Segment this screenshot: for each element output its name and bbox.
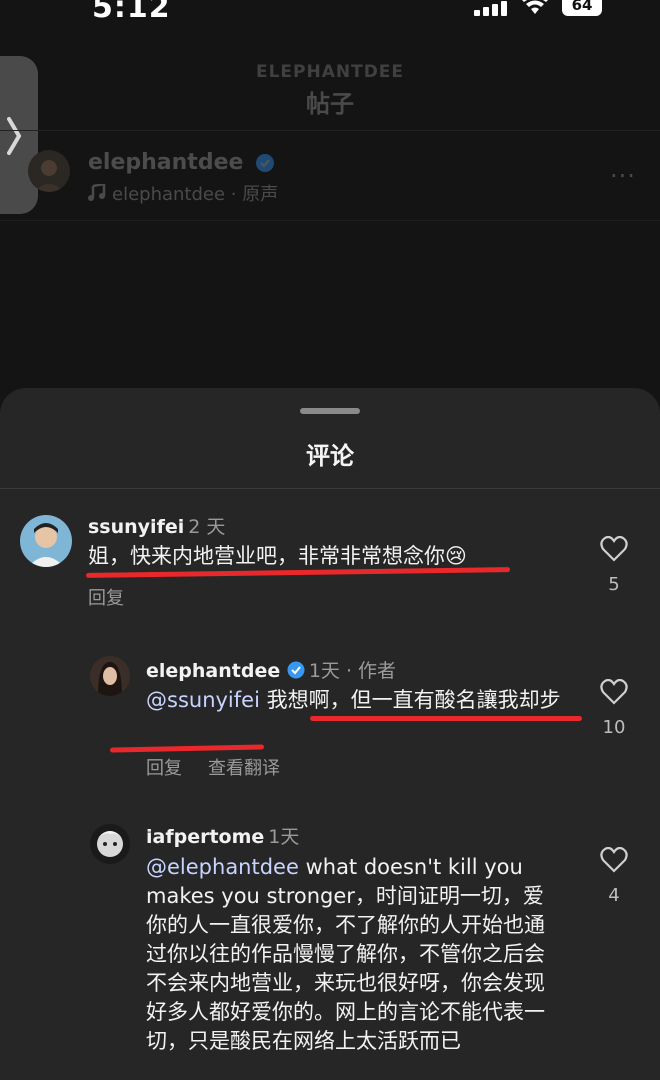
highlight-underline <box>310 716 582 721</box>
mention-link[interactable]: @elephantdee <box>146 855 299 879</box>
post-audio-info[interactable]: elephantdee · 原声 <box>88 180 278 206</box>
post-author-username[interactable]: elephantdee <box>88 150 275 175</box>
comment-username[interactable]: iafpertome 1天 <box>146 822 299 849</box>
status-time: 5:12 <box>92 0 171 25</box>
verified-badge-icon <box>287 661 305 679</box>
heart-icon <box>600 678 628 705</box>
post-page-header: ELEPHANTDEE 帖子 <box>0 62 660 119</box>
like-button[interactable]: 4 <box>594 846 634 906</box>
page-title: 帖子 <box>306 90 354 118</box>
avatar[interactable] <box>20 515 72 567</box>
mention-link[interactable]: @ssunyifei <box>146 688 260 712</box>
reply-button[interactable]: 回复 <box>88 588 124 609</box>
status-bar: 5:12 64 <box>0 0 660 28</box>
like-button[interactable]: 5 <box>594 535 634 595</box>
wifi-icon <box>522 0 548 14</box>
divider <box>0 130 660 131</box>
avatar[interactable] <box>90 824 130 864</box>
chevron-right-icon <box>7 117 22 155</box>
cellular-signal-icon <box>474 0 508 16</box>
music-note-icon <box>88 182 106 201</box>
header-account-name: ELEPHANTDEE <box>255 62 405 82</box>
reply-button[interactable]: 回复 <box>146 758 182 779</box>
like-count: 10 <box>602 717 626 738</box>
comment-text: @elephantdee what doesn't kill you makes… <box>146 855 545 1053</box>
avatar[interactable] <box>90 656 130 696</box>
comment-actions: 回复 查看翻译 <box>146 754 306 780</box>
like-count: 4 <box>608 885 620 906</box>
heart-icon <box>600 535 628 562</box>
like-button[interactable]: 10 <box>594 678 634 738</box>
highlight-underline <box>109 744 265 753</box>
comment-username[interactable]: ssunyifei 2 天 <box>88 512 225 539</box>
like-count: 5 <box>608 574 620 595</box>
drag-handle[interactable] <box>300 408 360 414</box>
divider <box>0 220 660 221</box>
comment-username[interactable]: elephantdee 1天 · 作者 <box>146 656 396 683</box>
more-options-icon[interactable]: ··· <box>610 162 636 190</box>
see-translation-button[interactable]: 查看翻译 <box>208 758 280 779</box>
comments-sheet: 评论 ssunyifei 2 天 姐，快来内地营业吧，非常非常想念你😢 回复 5 … <box>0 388 660 1080</box>
verified-badge-icon <box>256 154 275 172</box>
divider <box>0 488 660 489</box>
battery-indicator: 64 <box>562 0 602 16</box>
post-author-avatar[interactable] <box>28 150 70 192</box>
sheet-title: 评论 <box>306 442 354 470</box>
comment-actions: 回复 <box>88 584 150 610</box>
heart-icon <box>600 846 628 873</box>
comment-text: @ssunyifei 我想啊，但一直有酸名讓我却步 <box>146 688 561 712</box>
